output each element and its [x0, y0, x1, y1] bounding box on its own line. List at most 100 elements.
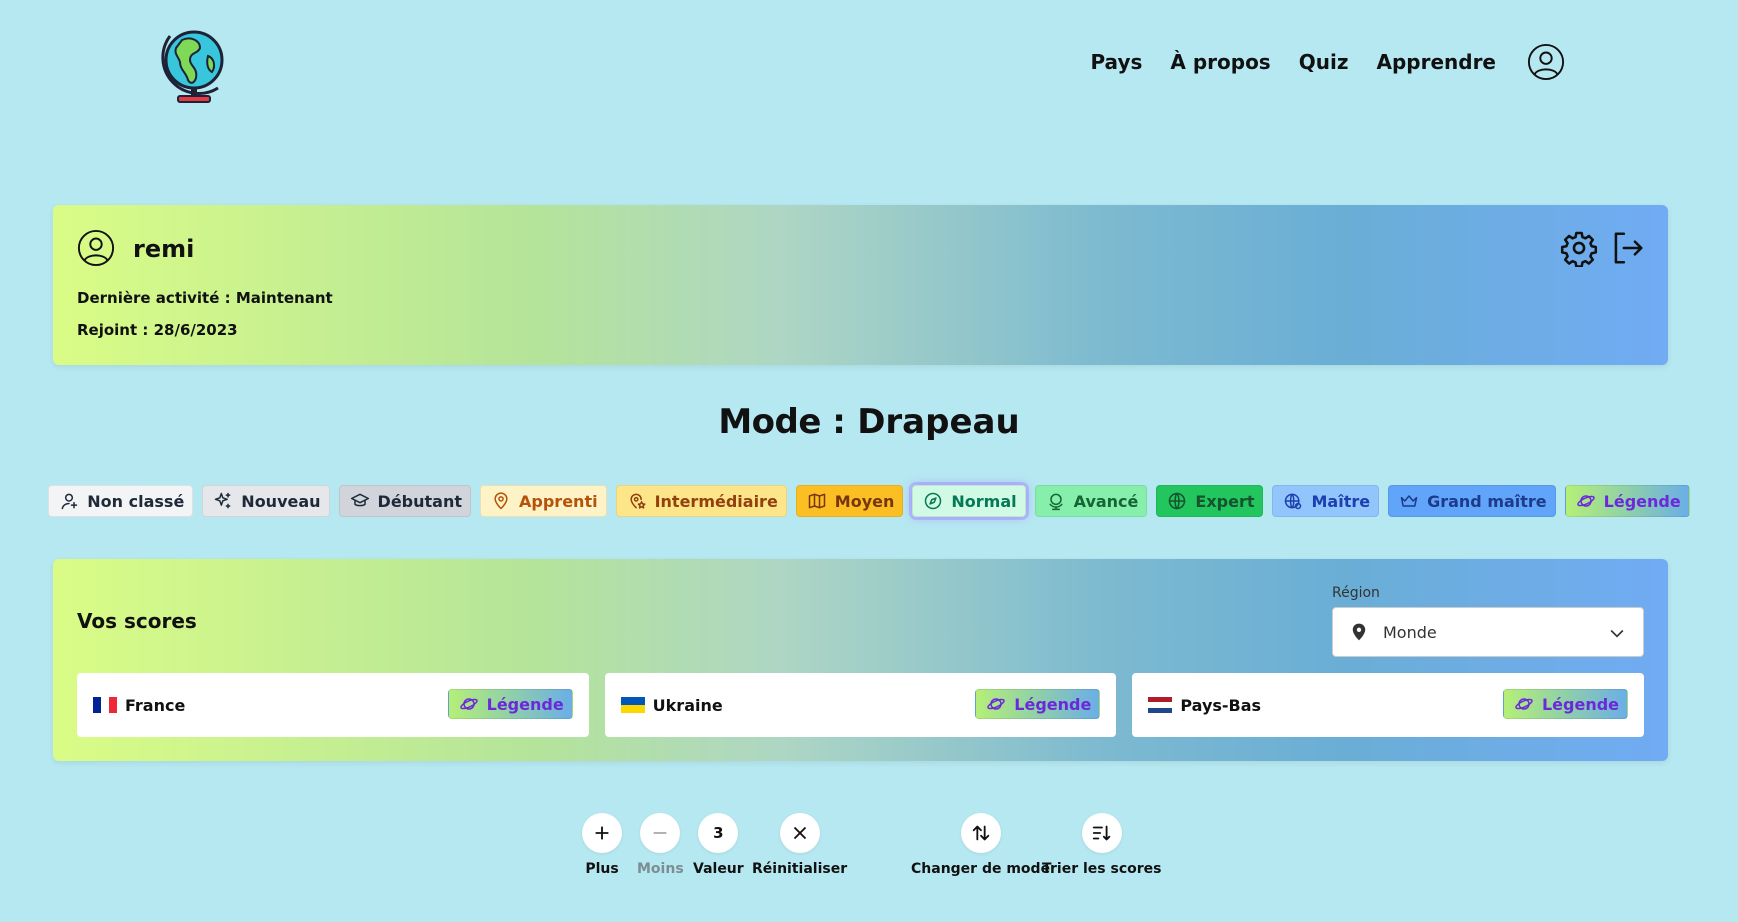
sort-icon — [1092, 825, 1110, 841]
level-chip-label: Grand maître — [1427, 491, 1547, 511]
sparkles-icon — [215, 492, 231, 509]
level-chip-expert[interactable]: Expert — [1156, 485, 1264, 517]
joined-date: Rejoint : 28/6/2023 — [77, 321, 238, 339]
flag-icon — [1148, 697, 1173, 713]
crown-icon — [1400, 495, 1418, 507]
sort-button[interactable] — [1081, 813, 1122, 853]
account-icon[interactable] — [1526, 42, 1566, 82]
plus-button[interactable] — [582, 813, 622, 853]
map-icon — [808, 493, 826, 509]
minus-label: Moins — [637, 861, 684, 877]
globe-grid-icon — [1285, 493, 1302, 510]
minus-icon — [653, 832, 667, 834]
user-icon — [77, 229, 115, 267]
scores-heading: Vos scores — [77, 609, 197, 633]
level-chip-label: Moyen — [834, 491, 895, 511]
plus-label: Plus — [585, 861, 619, 877]
level-legend: Non classé Nouveau Débutant Apprenti Intermé… — [0, 485, 1738, 517]
level-chip-normal[interactable]: Normal — [912, 485, 1026, 517]
score-list: France Légende Ukraine Légende Pays-Bas Légen… — [77, 673, 1645, 737]
level-chip-score-level: Légende — [975, 689, 1101, 719]
globe-logo-icon[interactable] — [160, 26, 228, 106]
level-chip-score-level: Légende — [1502, 689, 1629, 719]
change-mode-button[interactable] — [960, 813, 1001, 853]
planet-icon — [459, 698, 478, 710]
minus-button[interactable] — [640, 813, 681, 853]
level-chip-label: Maître — [1311, 491, 1371, 511]
graduation-cap-icon — [350, 493, 369, 507]
level-chip-debutant[interactable]: Débutant — [338, 485, 472, 517]
level-chip-label: Légende — [1603, 491, 1681, 511]
country-name: Pays-Bas — [1180, 695, 1262, 715]
level-chip-label: Intermédiaire — [654, 491, 778, 511]
compass-icon — [925, 492, 942, 510]
last-activity: Dernière activité : Maintenant — [77, 289, 333, 307]
country-name: Ukraine — [652, 695, 723, 715]
user-icon — [61, 493, 78, 510]
nav-pays[interactable]: Pays — [1090, 50, 1142, 74]
level-chip-intermediaire[interactable]: Intermédiaire — [615, 485, 787, 517]
reset-label: Réinitialiser — [752, 861, 848, 877]
badge-pin-icon — [629, 493, 646, 509]
level-chip-moyen[interactable]: Moyen — [795, 485, 904, 517]
level-chip-maitre[interactable]: Maître — [1272, 485, 1380, 517]
planet-icon — [987, 698, 1006, 710]
region-select[interactable]: Monde — [1332, 607, 1644, 657]
mode-prefix: Mode : — [718, 402, 846, 442]
level-chip-legende[interactable]: Légende — [1564, 485, 1690, 517]
score-card[interactable]: France Légende — [77, 673, 589, 737]
score-card[interactable]: Pays-Bas Légende — [1132, 673, 1645, 737]
tool-minus: Moins — [637, 813, 684, 877]
plus-icon — [595, 826, 609, 840]
reset-button[interactable] — [779, 813, 820, 853]
planet-icon — [1515, 698, 1533, 710]
level-chip-label: Légende — [486, 694, 564, 714]
map-pin-icon — [494, 492, 508, 510]
flag-icon — [620, 697, 645, 713]
close-icon — [793, 826, 806, 840]
level-chip-label: Expert — [1195, 491, 1255, 511]
scores-panel: Vos scores Région Monde France Légende Ukr… — [53, 559, 1668, 761]
mode-value: Drapeau — [857, 402, 1020, 442]
score-card[interactable]: Ukraine Légende — [604, 673, 1117, 737]
username: remi — [133, 235, 195, 263]
level-chip-apprenti[interactable]: Apprenti — [480, 485, 607, 517]
main-nav: Pays À propos Quiz Apprendre — [1062, 42, 1566, 82]
country-name: France — [125, 695, 186, 715]
level-chip-avance[interactable]: Avancé — [1034, 485, 1148, 517]
level-chip-score-level: Légende — [447, 689, 573, 719]
chevron-down-icon — [1607, 623, 1627, 643]
region-value: Monde — [1383, 622, 1437, 642]
region-label: Région — [1332, 585, 1380, 601]
flag-icon — [93, 697, 117, 713]
level-chip-label: Avancé — [1073, 491, 1139, 511]
tool-plus: Plus — [582, 813, 622, 877]
level-chip-nouveau[interactable]: Nouveau — [202, 485, 330, 517]
tool-sort: Trier les scores — [1042, 813, 1161, 877]
nav-a-propos[interactable]: À propos — [1170, 50, 1270, 74]
level-chip-label: Normal — [951, 491, 1017, 511]
nav-apprendre[interactable]: Apprendre — [1376, 50, 1496, 74]
tool-value: 3 Valeur — [693, 813, 744, 877]
profile-card: remi Dernière activité : Maintenant Rejo… — [53, 205, 1668, 365]
globe-stand-icon — [1049, 493, 1063, 511]
tool-change-mode: Changer de mode — [911, 813, 1050, 877]
logout-icon[interactable] — [1608, 229, 1646, 267]
level-chip-label: Légende — [1014, 694, 1092, 714]
value-label: Valeur — [693, 861, 744, 877]
globe-icon — [1169, 492, 1186, 510]
level-chip-label: Apprenti — [519, 491, 598, 511]
level-chip-non-classe[interactable]: Non classé — [48, 485, 194, 517]
planet-icon — [1576, 495, 1595, 507]
value-button[interactable]: 3 — [698, 813, 739, 853]
level-chip-label: Nouveau — [241, 491, 321, 511]
level-chip-label: Légende — [1541, 694, 1620, 714]
nav-quiz[interactable]: Quiz — [1299, 50, 1349, 74]
level-chip-grand-maitre[interactable]: Grand maître — [1388, 485, 1556, 517]
level-chip-label: Débutant — [377, 491, 463, 511]
settings-gear-icon[interactable] — [1560, 229, 1598, 268]
tool-reset: Réinitialiser — [752, 813, 847, 877]
sort-label: Trier les scores — [1042, 861, 1162, 877]
mode-title: Mode : Drapeau — [0, 402, 1738, 442]
location-pin-icon — [1349, 622, 1369, 642]
